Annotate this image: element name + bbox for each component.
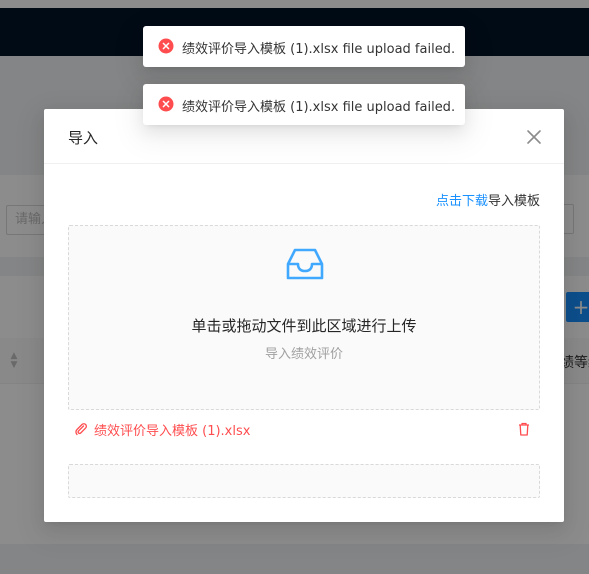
download-template-line: 点击下载导入模板	[436, 190, 540, 209]
error-message-2: 绩效评价导入模板 (1).xlsx file upload failed.	[143, 84, 465, 125]
download-template-suffix: 导入模板	[487, 194, 540, 209]
error-circle-icon	[158, 38, 174, 54]
modal-title: 导入	[68, 129, 99, 147]
error-message-text: 绩效评价导入模板 (1).xlsx file upload failed.	[182, 42, 456, 57]
uploaded-file-item: 绩效评价导入模板 (1).xlsx	[68, 419, 540, 441]
upload-instruction: 单击或拖动文件到此区域进行上传	[191, 317, 417, 335]
close-icon[interactable]	[520, 123, 548, 151]
download-template-link[interactable]: 点击下载	[436, 194, 488, 209]
error-message-text: 绩效评价导入模板 (1).xlsx file upload failed.	[182, 100, 456, 115]
paperclip-icon	[75, 423, 87, 436]
empty-placeholder-box	[68, 464, 540, 498]
upload-dragger[interactable]: 单击或拖动文件到此区域进行上传 导入绩效评价	[68, 225, 540, 410]
file-name[interactable]: 绩效评价导入模板 (1).xlsx	[94, 420, 250, 439]
error-message-1: 绩效评价导入模板 (1).xlsx file upload failed.	[143, 26, 465, 67]
upload-hint: 导入绩效评价	[264, 347, 343, 362]
inbox-icon	[286, 248, 324, 280]
import-modal: 导入 点击下载导入模板 单击或拖动文件到此区域进行上传 导入绩效评价 绩效评价导…	[44, 109, 564, 522]
trash-icon[interactable]	[516, 421, 532, 437]
error-circle-icon	[158, 96, 174, 112]
